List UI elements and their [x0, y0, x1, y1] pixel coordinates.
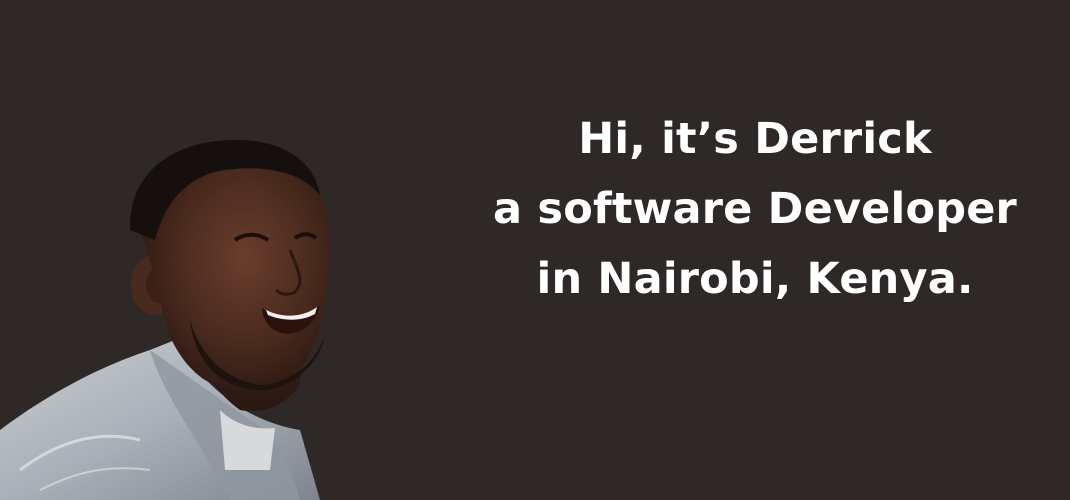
- hero-banner: Hi, it’s Derrick a software Developer in…: [0, 0, 1070, 500]
- headline-role: a software Developer: [493, 184, 1017, 234]
- headline: Hi, it’s Derrick a software Developer in…: [440, 104, 1070, 314]
- portrait-photo: [0, 139, 330, 500]
- headline-greeting: Hi, it’s Derrick: [578, 114, 932, 164]
- headline-location: in Nairobi, Kenya.: [536, 254, 974, 304]
